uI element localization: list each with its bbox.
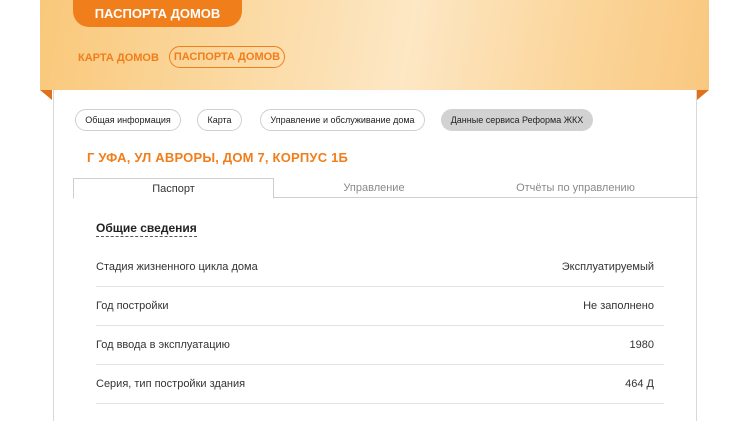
row-label: Год постройки [96,300,169,312]
row-label: Год ввода в эксплуатацию [96,339,230,351]
tab-passport[interactable]: Паспорт [73,178,274,199]
tab-management[interactable]: Управление [274,178,474,198]
header-title: ПАСПОРТА ДОМОВ [73,0,242,27]
row-label: Стадия жизненного цикла дома [96,261,258,273]
section-title: Общие сведения [96,221,197,237]
chip-management[interactable]: Управление и обслуживание дома [260,109,425,131]
row-value: Не заполнено [583,300,654,312]
nav-link-passports[interactable]: ПАСПОРТА ДОМОВ [169,46,285,68]
chip-map[interactable]: Карта [197,109,242,131]
ribbon-corner-left [40,90,52,100]
table-row: Год постройки Не заполнено [96,287,664,326]
house-card: Общая информация Карта Управление и обсл… [53,90,698,421]
tab-bar: Паспорт Управление Отчёты по управлению [73,178,698,199]
ribbon-corner-right [697,90,709,100]
passport-content: Общие сведения Стадия жизненного цикла д… [54,199,696,421]
page-header: ПАСПОРТА ДОМОВ КАРТА ДОМОВ ПАСПОРТА ДОМО… [40,0,709,90]
table-row: Стадия жизненного цикла дома Эксплуатиру… [96,248,664,287]
row-value: 464 Д [625,378,654,390]
row-value: 1980 [629,339,654,351]
row-value: Эксплуатируемый [561,261,654,273]
house-address: Г УФА, УЛ АВРОРЫ, ДОМ 7, КОРПУС 1Б [87,150,349,165]
chip-general-info[interactable]: Общая информация [75,109,181,131]
nav-link-map[interactable]: КАРТА ДОМОВ [78,48,159,68]
chip-reform-data[interactable]: Данные сервиса Реформа ЖКХ [441,109,593,131]
table-row: Серия, тип постройки здания 464 Д [96,365,664,404]
tab-reports[interactable]: Отчёты по управлению [474,178,677,198]
table-row: Год ввода в эксплуатацию 1980 [96,326,664,365]
row-label: Серия, тип постройки здания [96,378,246,390]
